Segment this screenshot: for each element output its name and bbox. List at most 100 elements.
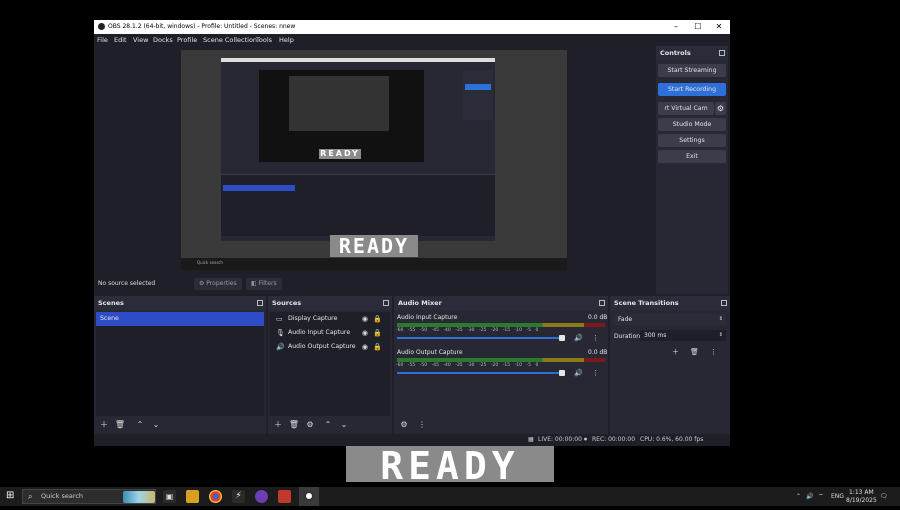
- lock-icon[interactable]: 🔒: [373, 343, 382, 351]
- volume-meter: [397, 323, 605, 327]
- filter-icon: ◧: [251, 280, 259, 287]
- add-scene-plus-icon[interactable]: ＋: [98, 419, 110, 431]
- nested-taskbar-search: Quick search: [197, 260, 223, 265]
- transition-menu-icon[interactable]: ⋮: [710, 348, 717, 356]
- visibility-eye-icon[interactable]: ◉: [362, 329, 368, 337]
- no-source-label: No source selected: [98, 280, 156, 287]
- channel-level: 0.0 dB: [588, 314, 608, 321]
- start-virtual-cam-button[interactable]: rt Virtual Cam: [658, 102, 714, 115]
- volume-slider-handle[interactable]: [558, 370, 565, 376]
- remove-scene-trash-icon[interactable]: 🗑: [114, 419, 126, 431]
- start-recording-button[interactable]: Start Recording: [658, 83, 726, 96]
- channel-menu-icon[interactable]: ⋮: [592, 334, 599, 342]
- filters-button[interactable]: ◧ Filters: [246, 278, 282, 290]
- file-explorer-icon[interactable]: [186, 490, 199, 503]
- menu-file[interactable]: File: [97, 34, 108, 46]
- obs-logo-icon: [98, 23, 105, 30]
- network-icon: ▦: [528, 436, 534, 443]
- taskbar-search-box[interactable]: ⌕ Quick search: [22, 489, 156, 504]
- exit-button[interactable]: Exit: [658, 150, 726, 163]
- float-dock-icon[interactable]: [719, 50, 725, 56]
- lock-icon[interactable]: 🔒: [373, 315, 382, 323]
- nested-ready-text: READY: [319, 149, 361, 159]
- properties-button[interactable]: ⚙ Properties: [194, 278, 242, 290]
- sources-dock: Sources ▭ Display Capture ◉ 🔒 🎙 Audio In…: [268, 296, 392, 434]
- float-dock-icon[interactable]: [599, 300, 605, 306]
- minimize-button[interactable]: –: [666, 20, 686, 34]
- duration-value: 300 ms: [644, 332, 667, 339]
- maximize-button[interactable]: ☐: [688, 20, 708, 34]
- remove-source-trash-icon[interactable]: 🗑: [288, 419, 300, 431]
- mixer-menu-icon[interactable]: ⋮: [416, 419, 428, 431]
- source-item-display-capture[interactable]: ▭ Display Capture ◉ 🔒: [270, 312, 390, 326]
- studio-mode-button[interactable]: Studio Mode: [658, 118, 726, 131]
- volume-icon[interactable]: 🔊: [806, 487, 813, 506]
- float-dock-icon[interactable]: [257, 300, 263, 306]
- menu-docks[interactable]: Docks: [153, 34, 173, 46]
- notifications-icon[interactable]: 🗨: [880, 487, 888, 506]
- tray-chevron-up-icon[interactable]: ⌃: [796, 487, 801, 506]
- spin-arrows-icon[interactable]: ⇕: [719, 330, 723, 341]
- volume-slider[interactable]: [397, 372, 562, 374]
- source-properties-gear-icon[interactable]: ⚙: [304, 419, 316, 431]
- add-transition-plus-icon[interactable]: ＋: [672, 348, 679, 356]
- channel-name: Audio Input Capture: [397, 314, 458, 321]
- title-bar[interactable]: OBS 28.1.2 (64-bit, windows) - Profile: …: [94, 20, 730, 34]
- lightning-app-icon[interactable]: ⚡: [232, 490, 245, 503]
- obs-taskbar-item[interactable]: [299, 487, 319, 506]
- purple-app-icon[interactable]: [255, 490, 268, 503]
- lock-icon[interactable]: 🔒: [373, 329, 382, 337]
- virtual-cam-settings-gear-icon[interactable]: ⚙: [715, 102, 726, 115]
- visibility-eye-icon[interactable]: ◉: [362, 315, 368, 323]
- volume-slider[interactable]: [397, 337, 562, 339]
- properties-label: Properties: [206, 280, 237, 287]
- scene-item[interactable]: Scene: [96, 312, 264, 326]
- duration-input[interactable]: 300 ms ⇕: [640, 330, 726, 341]
- microphone-icon: 🎙: [276, 329, 285, 337]
- visibility-eye-icon[interactable]: ◉: [362, 343, 368, 351]
- start-streaming-button[interactable]: Start Streaming: [658, 64, 726, 77]
- menu-scene-collection[interactable]: Scene Collection: [203, 34, 257, 46]
- windows-start-icon[interactable]: ⊞: [6, 491, 16, 501]
- network-icon[interactable]: ⌔: [818, 487, 824, 506]
- nested-meter: [351, 183, 435, 186]
- red-app-icon[interactable]: [278, 490, 291, 503]
- menu-view[interactable]: View: [133, 34, 148, 46]
- preview-ready-text: READY: [330, 235, 418, 257]
- sources-dock-title: Sources: [272, 299, 302, 307]
- cpu-status: CPU: 0.6%, 60.00 fps: [640, 436, 704, 443]
- language-indicator[interactable]: ENG: [831, 487, 844, 506]
- transition-select[interactable]: Fade ⇕: [614, 314, 726, 325]
- move-source-down-icon[interactable]: ⌄: [338, 419, 350, 431]
- float-dock-icon[interactable]: [721, 300, 727, 306]
- advanced-audio-gear-icon[interactable]: ⚙: [398, 419, 410, 431]
- menu-edit[interactable]: Edit: [114, 34, 127, 46]
- settings-button[interactable]: Settings: [658, 134, 726, 147]
- source-label: Audio Output Capture: [288, 343, 356, 350]
- remove-transition-trash-icon[interactable]: 🗑: [690, 348, 699, 356]
- nested-inner-preview: [289, 76, 389, 131]
- search-icon: ⌕: [28, 492, 33, 501]
- nested-start-recording: [465, 84, 491, 90]
- window-title: OBS 28.1.2 (64-bit, windows) - Profile: …: [108, 23, 296, 30]
- float-dock-icon[interactable]: [383, 300, 389, 306]
- menu-tools[interactable]: Tools: [256, 34, 272, 46]
- menu-help[interactable]: Help: [279, 34, 294, 46]
- source-item-audio-input-capture[interactable]: 🎙 Audio Input Capture ◉ 🔒: [270, 326, 390, 340]
- add-source-plus-icon[interactable]: ＋: [272, 419, 284, 431]
- move-source-up-icon[interactable]: ⌃: [322, 419, 334, 431]
- source-item-audio-output-capture[interactable]: 🔊 Audio Output Capture ◉ 🔒: [270, 340, 390, 354]
- task-view-icon[interactable]: ▣: [163, 490, 176, 503]
- obs-taskbar-icon: [304, 491, 314, 501]
- move-scene-up-icon[interactable]: ⌃: [134, 419, 146, 431]
- move-scene-down-icon[interactable]: ⌄: [150, 419, 162, 431]
- speaker-mute-icon[interactable]: 🔊: [574, 334, 583, 342]
- preview-canvas[interactable]: READY Quick search READY: [181, 50, 567, 270]
- menu-profile[interactable]: Profile: [177, 34, 197, 46]
- speaker-mute-icon[interactable]: 🔊: [574, 369, 583, 377]
- volume-slider-handle[interactable]: [558, 335, 565, 341]
- clock-date[interactable]: 8/19/2025: [846, 491, 877, 510]
- chrome-icon[interactable]: [209, 490, 222, 503]
- channel-menu-icon[interactable]: ⋮: [592, 369, 599, 377]
- close-button[interactable]: ✕: [709, 20, 729, 34]
